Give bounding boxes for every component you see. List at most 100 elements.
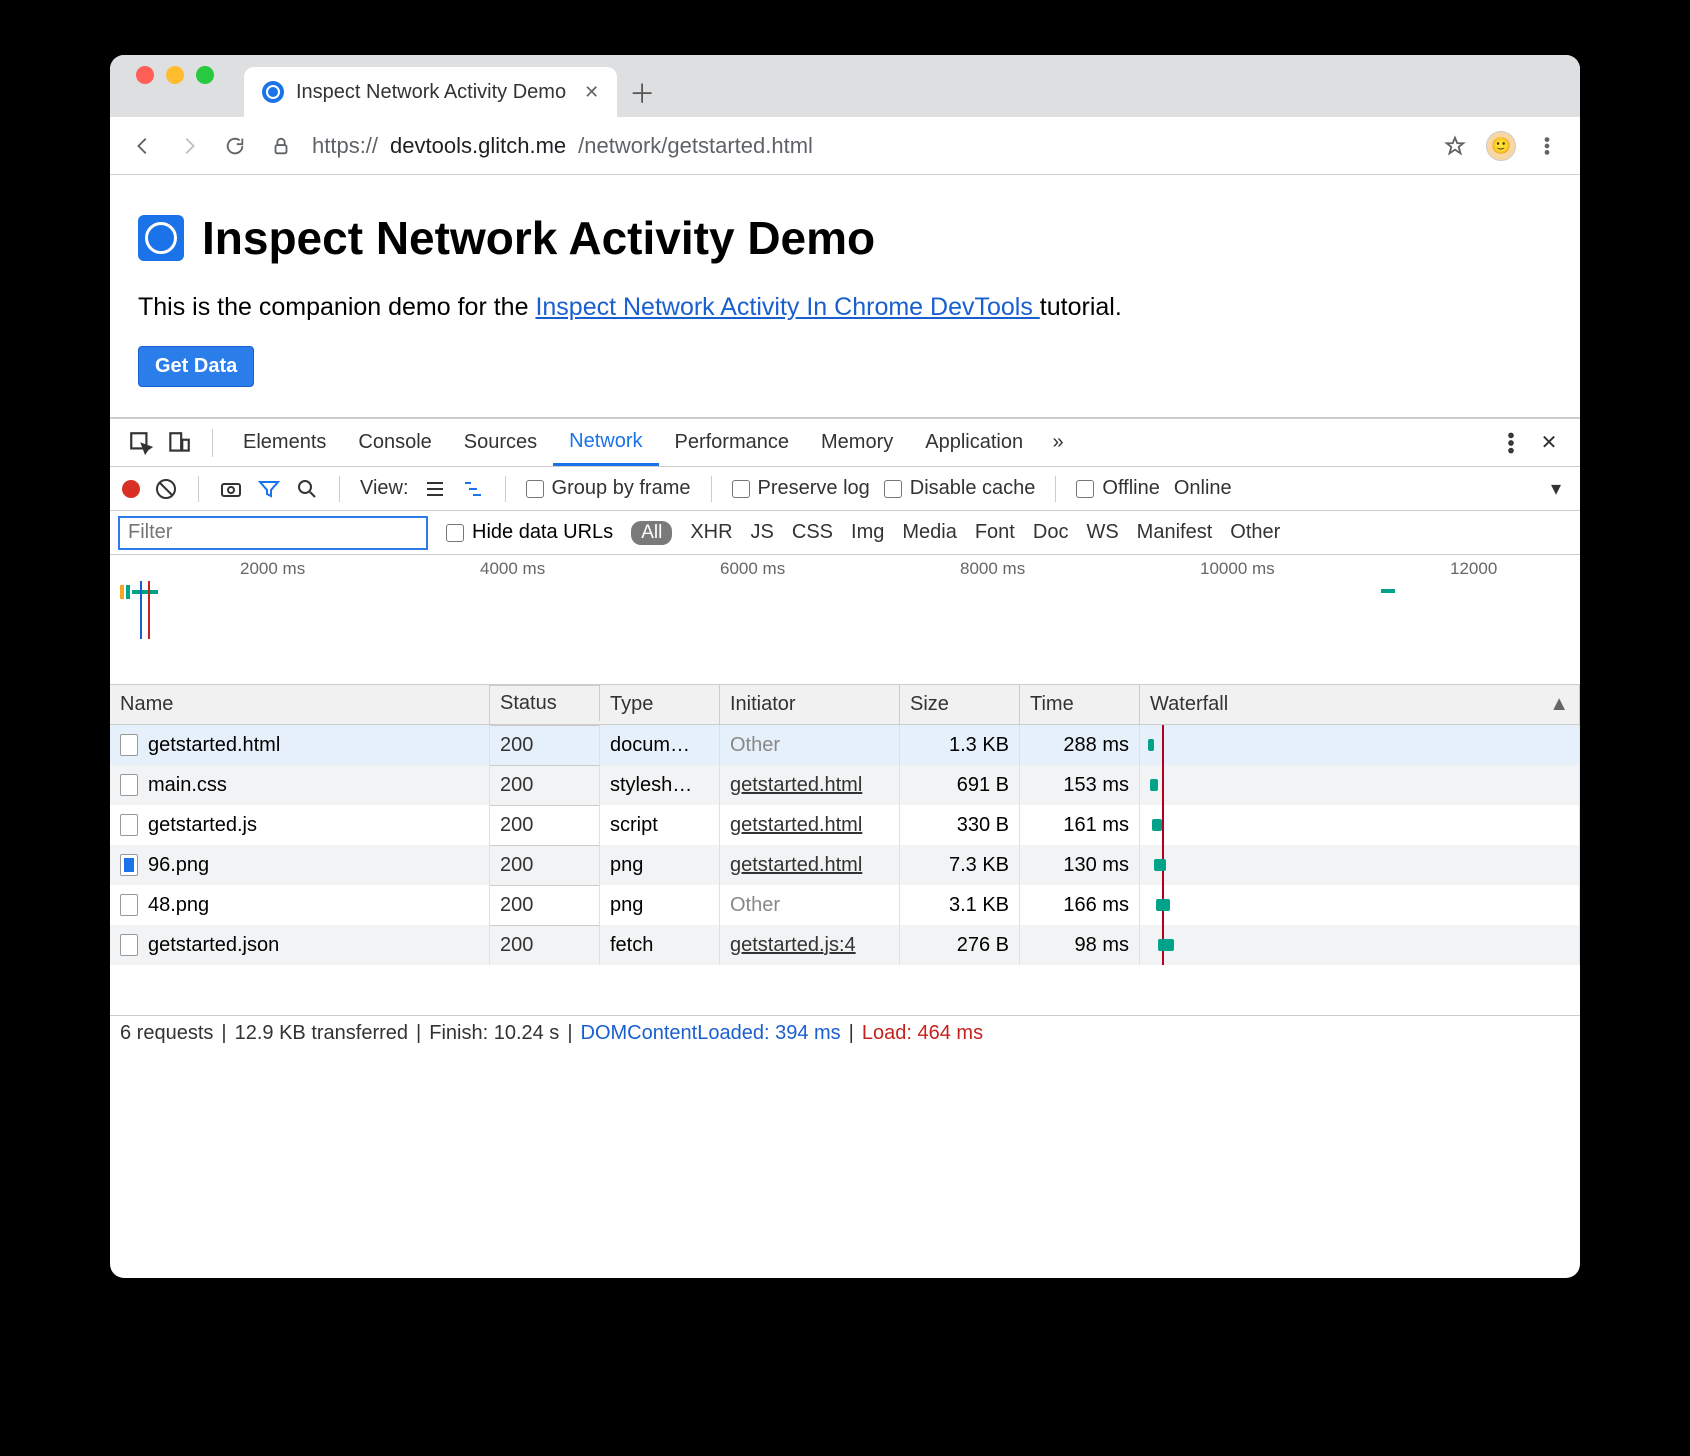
- cell-name: 48.png: [148, 894, 209, 917]
- cell-initiator[interactable]: getstarted.js:4: [720, 925, 900, 965]
- table-row[interactable]: 96.png200pnggetstarted.html7.3 KB130 ms: [110, 845, 1580, 885]
- timeline-tick: 4000 ms: [480, 559, 545, 579]
- online-label[interactable]: Online: [1174, 477, 1232, 500]
- browser-tab[interactable]: Inspect Network Activity Demo ✕: [244, 67, 617, 117]
- devtools-tab-elements[interactable]: Elements: [227, 419, 342, 466]
- filter-type-img[interactable]: Img: [851, 521, 884, 544]
- new-tab-button[interactable]: ＋: [617, 67, 667, 117]
- cell-initiator[interactable]: getstarted.html: [720, 845, 900, 885]
- filter-type-js[interactable]: JS: [751, 521, 774, 544]
- throttling-dropdown[interactable]: ▾: [1544, 477, 1568, 501]
- cell-waterfall: [1140, 765, 1580, 805]
- preserve-log-checkbox[interactable]: Preserve log: [732, 477, 870, 500]
- col-size[interactable]: Size: [900, 685, 1020, 724]
- devtools-tab-sources[interactable]: Sources: [448, 419, 553, 466]
- filter-type-other[interactable]: Other: [1230, 521, 1280, 544]
- cell-waterfall: [1140, 725, 1580, 765]
- window-controls: [136, 55, 244, 117]
- inspect-element-icon[interactable]: [128, 430, 154, 456]
- cell-type: stylesh…: [600, 765, 720, 805]
- minimize-window-button[interactable]: [166, 66, 184, 84]
- devtools-close-button[interactable]: ✕: [1536, 430, 1562, 456]
- col-time[interactable]: Time: [1020, 685, 1140, 724]
- cell-status: 200: [490, 805, 600, 845]
- cell-type: png: [600, 845, 720, 885]
- bookmark-star-icon[interactable]: [1440, 131, 1470, 161]
- close-window-button[interactable]: [136, 66, 154, 84]
- cell-status: 200: [490, 765, 600, 805]
- filter-type-xhr[interactable]: XHR: [690, 521, 732, 544]
- url-host: devtools.glitch.me: [390, 133, 566, 159]
- filter-toggle-icon[interactable]: [257, 477, 281, 501]
- favicon-icon: [262, 81, 284, 103]
- hide-data-urls-checkbox[interactable]: Hide data URLs: [446, 521, 613, 544]
- view-label: View:: [360, 477, 409, 500]
- filter-type-ws[interactable]: WS: [1086, 521, 1118, 544]
- col-type[interactable]: Type: [600, 685, 720, 724]
- cell-type: script: [600, 805, 720, 845]
- col-name[interactable]: Name: [110, 685, 490, 724]
- address-bar: https://devtools.glitch.me/network/getst…: [110, 117, 1580, 175]
- col-initiator[interactable]: Initiator: [720, 685, 900, 724]
- table-row[interactable]: main.css200stylesh…getstarted.html691 B1…: [110, 765, 1580, 805]
- forward-button[interactable]: [174, 131, 204, 161]
- filter-all-pill[interactable]: All: [631, 521, 672, 545]
- timeline-overview[interactable]: 2000 ms4000 ms6000 ms8000 ms10000 ms1200…: [110, 555, 1580, 685]
- record-button[interactable]: [122, 480, 140, 498]
- large-rows-icon[interactable]: [423, 477, 447, 501]
- filter-type-doc[interactable]: Doc: [1033, 521, 1069, 544]
- cell-initiator[interactable]: getstarted.html: [720, 765, 900, 805]
- cell-name: getstarted.js: [148, 814, 257, 837]
- filter-type-font[interactable]: Font: [975, 521, 1015, 544]
- search-icon[interactable]: [295, 477, 319, 501]
- devtools-tab-console[interactable]: Console: [342, 419, 447, 466]
- status-transferred: 12.9 KB transferred: [235, 1022, 408, 1045]
- devtools-tab-performance[interactable]: Performance: [659, 419, 806, 466]
- cell-name: main.css: [148, 774, 227, 797]
- device-toggle-icon[interactable]: [166, 430, 192, 456]
- devtools-menu-button[interactable]: [1498, 430, 1524, 456]
- col-status[interactable]: Status: [490, 685, 600, 721]
- more-tabs-button[interactable]: »: [1045, 430, 1071, 456]
- timeline-tick: 10000 ms: [1200, 559, 1275, 579]
- col-waterfall[interactable]: Waterfall▲: [1140, 685, 1580, 724]
- requests-table: Name Status Type Initiator Size Time Wat…: [110, 685, 1580, 1015]
- tutorial-link[interactable]: Inspect Network Activity In Chrome DevTo…: [535, 293, 1039, 321]
- profile-avatar[interactable]: 🙂: [1486, 131, 1516, 161]
- filter-type-manifest[interactable]: Manifest: [1137, 521, 1213, 544]
- table-header[interactable]: Name Status Type Initiator Size Time Wat…: [110, 685, 1580, 725]
- status-bar: 6 requests | 12.9 KB transferred | Finis…: [110, 1015, 1580, 1051]
- file-icon: [120, 934, 138, 956]
- screenshot-icon[interactable]: [219, 477, 243, 501]
- url-path: /network/getstarted.html: [578, 133, 813, 159]
- close-tab-button[interactable]: ✕: [584, 82, 599, 103]
- filter-input[interactable]: [118, 516, 428, 550]
- waterfall-view-icon[interactable]: [461, 477, 485, 501]
- get-data-button[interactable]: Get Data: [138, 346, 254, 387]
- devtools-tabs: ElementsConsoleSourcesNetworkPerformance…: [110, 419, 1580, 467]
- table-row[interactable]: getstarted.html200docum…Other1.3 KB288 m…: [110, 725, 1580, 765]
- clear-button[interactable]: [154, 477, 178, 501]
- table-row[interactable]: getstarted.js200scriptgetstarted.html330…: [110, 805, 1580, 845]
- reload-button[interactable]: [220, 131, 250, 161]
- group-by-frame-checkbox[interactable]: Group by frame: [526, 477, 691, 500]
- cell-name: getstarted.html: [148, 734, 280, 757]
- maximize-window-button[interactable]: [196, 66, 214, 84]
- cell-time: 288 ms: [1020, 725, 1140, 765]
- offline-checkbox[interactable]: Offline: [1076, 477, 1159, 500]
- devtools-tab-memory[interactable]: Memory: [805, 419, 909, 466]
- cell-size: 276 B: [900, 925, 1020, 965]
- table-row[interactable]: getstarted.json200fetchgetstarted.js:427…: [110, 925, 1580, 965]
- disable-cache-checkbox[interactable]: Disable cache: [884, 477, 1036, 500]
- url-display[interactable]: https://devtools.glitch.me/network/getst…: [312, 133, 1424, 159]
- cell-name: 96.png: [148, 854, 209, 877]
- filter-type-css[interactable]: CSS: [792, 521, 833, 544]
- filter-type-media[interactable]: Media: [902, 521, 956, 544]
- devtools-tab-application[interactable]: Application: [909, 419, 1039, 466]
- back-button[interactable]: [128, 131, 158, 161]
- browser-menu-button[interactable]: [1532, 131, 1562, 161]
- cell-size: 7.3 KB: [900, 845, 1020, 885]
- devtools-tab-network[interactable]: Network: [553, 419, 658, 466]
- table-row[interactable]: 48.png200pngOther3.1 KB166 ms: [110, 885, 1580, 925]
- cell-initiator[interactable]: getstarted.html: [720, 805, 900, 845]
